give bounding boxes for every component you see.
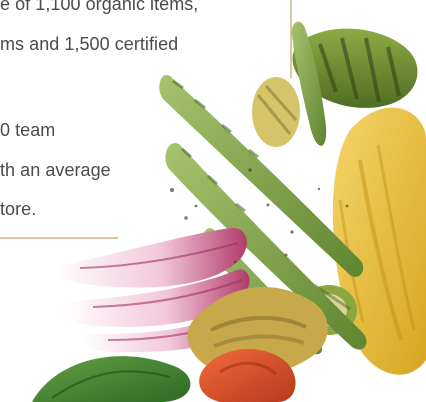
- paragraph-line-4: th an average: [0, 160, 111, 180]
- article-section: e of 1,100 organic items, ms and 1,500 c…: [0, 0, 426, 402]
- paragraph-line-1: e of 1,100 organic items,: [0, 0, 199, 14]
- basil-leaves: [32, 356, 191, 402]
- paragraph-line-5: tore.: [0, 199, 37, 219]
- paragraph-line-3: 0 team: [0, 120, 56, 140]
- grilled-vegetables-image: [0, 0, 426, 402]
- paragraph-line-2: ms and 1,500 certified: [0, 34, 179, 54]
